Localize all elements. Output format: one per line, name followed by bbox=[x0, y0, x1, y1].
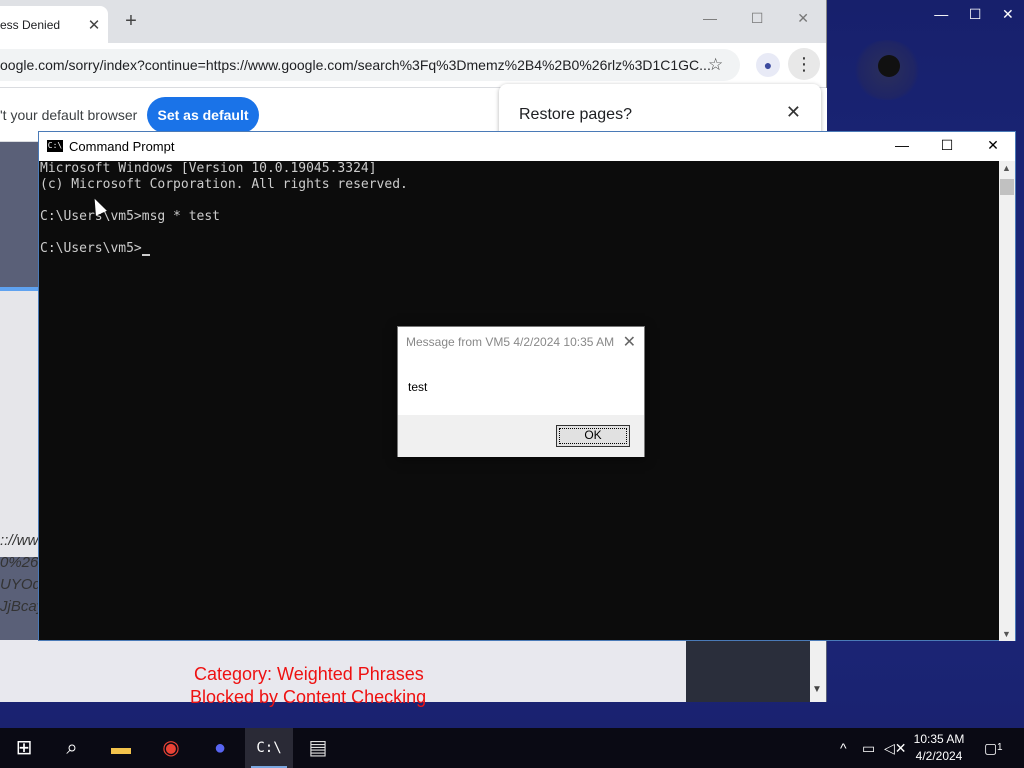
dialog-message: test bbox=[408, 380, 428, 394]
notification-count: 1 bbox=[997, 742, 1003, 753]
profile-icon[interactable]: ● bbox=[756, 53, 780, 77]
console-prompt-line: C:\Users\vm5> bbox=[40, 241, 1001, 257]
taskbar: ⊞ ⌕ ▬ ◉ ● C:\ ▤ ^ ▭ ◁✕ 10:35 AM 4/2/2024… bbox=[0, 728, 1024, 768]
page-dark-panel bbox=[686, 640, 810, 702]
restore-pages-title: Restore pages? bbox=[519, 106, 632, 123]
chrome-icon[interactable]: ◉ bbox=[147, 728, 195, 768]
ok-button[interactable]: OK bbox=[556, 425, 630, 447]
focus-ring bbox=[559, 428, 627, 444]
scroll-down-icon[interactable]: ▼ bbox=[812, 684, 822, 695]
blocked-category-text: Category: Weighted Phrases bbox=[194, 664, 424, 684]
minimize-icon[interactable]: — bbox=[934, 6, 948, 26]
tab-title: ess Denied bbox=[0, 17, 61, 32]
app-icon[interactable]: ▤ bbox=[294, 728, 342, 768]
desktop-wallpaper-eye bbox=[878, 55, 900, 77]
network-icon[interactable]: ▭ bbox=[862, 728, 875, 768]
scroll-up-icon[interactable]: ▲ bbox=[1002, 163, 1011, 173]
show-hidden-icons-icon[interactable]: ^ bbox=[840, 728, 847, 768]
console-line: (c) Microsoft Corporation. All rights re… bbox=[40, 177, 408, 192]
scroll-down-icon[interactable]: ▼ bbox=[1002, 629, 1011, 639]
browser-tab[interactable]: ess Denied ✕ bbox=[0, 6, 108, 43]
volume-muted-icon[interactable]: ◁✕ bbox=[884, 728, 907, 768]
scrollbar-thumb[interactable] bbox=[1000, 179, 1014, 195]
close-icon[interactable]: ✕ bbox=[1002, 6, 1014, 26]
message-dialog: Message from VM5 4/2/2024 10:35 AM ✕ tes… bbox=[397, 326, 645, 457]
console-line: C:\Users\vm5>msg * test bbox=[40, 209, 221, 224]
chrome-menu-icon[interactable]: ⋮ bbox=[788, 48, 820, 80]
clock-time: 10:35 AM bbox=[913, 732, 965, 746]
maximize-icon[interactable]: ☐ bbox=[937, 137, 957, 154]
system-clock[interactable]: 10:35 AM 4/2/2024 bbox=[906, 731, 972, 765]
address-bar[interactable]: oogle.com/sorry/index?continue=https://w… bbox=[0, 49, 740, 81]
restore-close-icon[interactable]: ✕ bbox=[786, 102, 801, 123]
text-cursor bbox=[141, 254, 150, 256]
bookmark-star-icon[interactable]: ☆ bbox=[708, 55, 723, 75]
discord-icon[interactable]: ● bbox=[196, 728, 244, 768]
command-prompt-icon[interactable]: C:\ bbox=[245, 728, 293, 768]
tab-close-icon[interactable]: ✕ bbox=[86, 16, 102, 34]
set-as-default-button[interactable]: Set as default bbox=[147, 97, 259, 133]
close-icon[interactable]: ✕ bbox=[983, 137, 1003, 154]
new-tab-button[interactable]: + bbox=[120, 10, 142, 33]
cmd-scrollbar[interactable]: ▲ ▼ bbox=[999, 161, 1015, 641]
console-line: Microsoft Windows [Version 10.0.19045.33… bbox=[40, 161, 377, 176]
console-prompt: C:\Users\vm5> bbox=[40, 241, 142, 256]
chrome-window-controls: — ☐ ✕ bbox=[686, 10, 826, 27]
browser-toolbar: oogle.com/sorry/index?continue=https://w… bbox=[0, 43, 826, 88]
page-left-panel bbox=[0, 291, 40, 557]
file-explorer-icon[interactable]: ▬ bbox=[97, 728, 145, 768]
maximize-icon[interactable]: ☐ bbox=[751, 10, 764, 27]
clock-date: 4/2/2024 bbox=[915, 749, 963, 763]
dialog-footer: OK bbox=[398, 415, 644, 457]
background-window-controls: — ☐ ✕ bbox=[924, 6, 1024, 26]
cmd-title-bar[interactable]: C:\ Command Prompt — ☐ ✕ bbox=[39, 132, 1015, 161]
command-prompt-icon: C:\ bbox=[47, 140, 63, 152]
notification-icon[interactable]: ▢ bbox=[984, 728, 997, 768]
close-icon[interactable]: ✕ bbox=[623, 332, 636, 352]
infobar-text: 't your default browser bbox=[0, 107, 138, 123]
minimize-icon[interactable]: — bbox=[892, 137, 912, 153]
maximize-icon[interactable]: ☐ bbox=[969, 6, 982, 26]
minimize-icon[interactable]: — bbox=[703, 10, 717, 27]
tab-strip: ess Denied ✕ + — ☐ ✕ bbox=[0, 0, 826, 43]
windows-start-icon[interactable]: ⊞ bbox=[0, 728, 48, 768]
cmd-title: Command Prompt bbox=[69, 139, 175, 154]
blocked-reason-text: Blocked by Content Checking bbox=[190, 687, 427, 707]
close-icon[interactable]: ✕ bbox=[797, 10, 809, 27]
dialog-title: Message from VM5 4/2/2024 10:35 AM bbox=[406, 335, 615, 349]
search-icon[interactable]: ⌕ bbox=[48, 728, 96, 768]
